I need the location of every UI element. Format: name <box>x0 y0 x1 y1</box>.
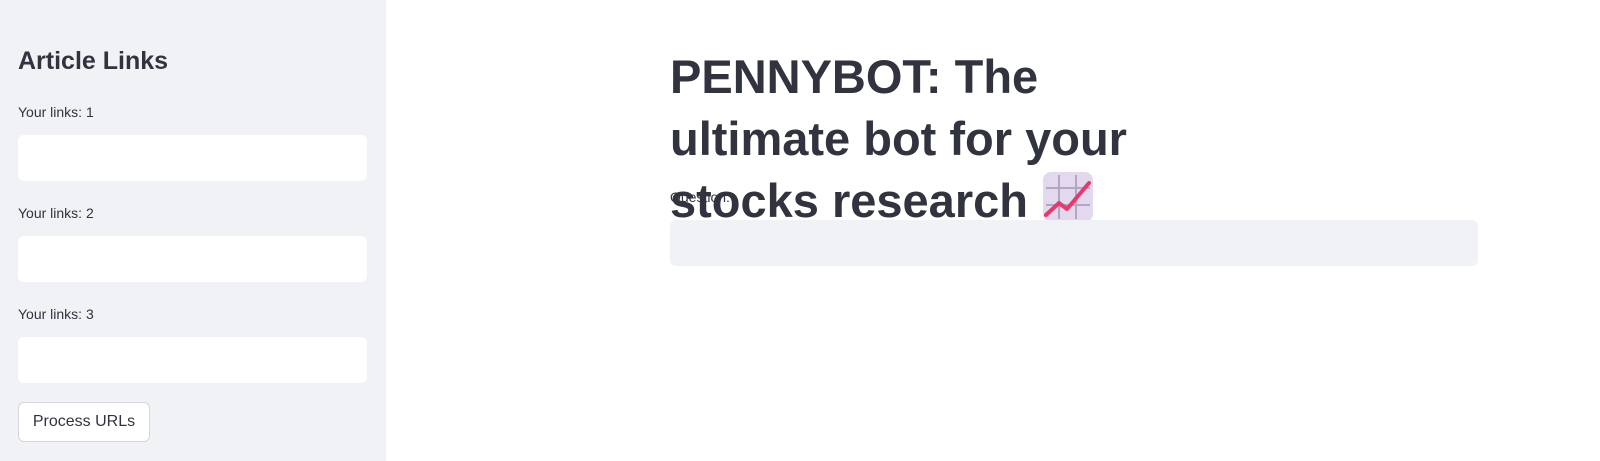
main-content: PENNYBOT: The ultimate bot for your stoc… <box>386 0 1600 461</box>
chart-increasing-icon <box>1042 171 1094 223</box>
question-input[interactable] <box>670 220 1478 266</box>
page-title: PENNYBOT: The ultimate bot for your stoc… <box>670 46 1230 232</box>
link-2-label: Your links: 2 <box>18 205 94 221</box>
process-urls-button[interactable]: Process URLs <box>18 402 150 442</box>
link-3-input[interactable] <box>18 337 367 383</box>
link-3-label: Your links: 3 <box>18 306 94 322</box>
link-1-input[interactable] <box>18 135 367 181</box>
sidebar-title: Article Links <box>18 47 169 75</box>
sidebar: Article Links Your links: 1 Your links: … <box>0 0 386 461</box>
app-window: Article Links Your links: 1 Your links: … <box>0 0 1600 461</box>
link-1-label: Your links: 1 <box>18 104 94 120</box>
link-2-input[interactable] <box>18 236 367 282</box>
question-label: Question: <box>670 189 730 205</box>
